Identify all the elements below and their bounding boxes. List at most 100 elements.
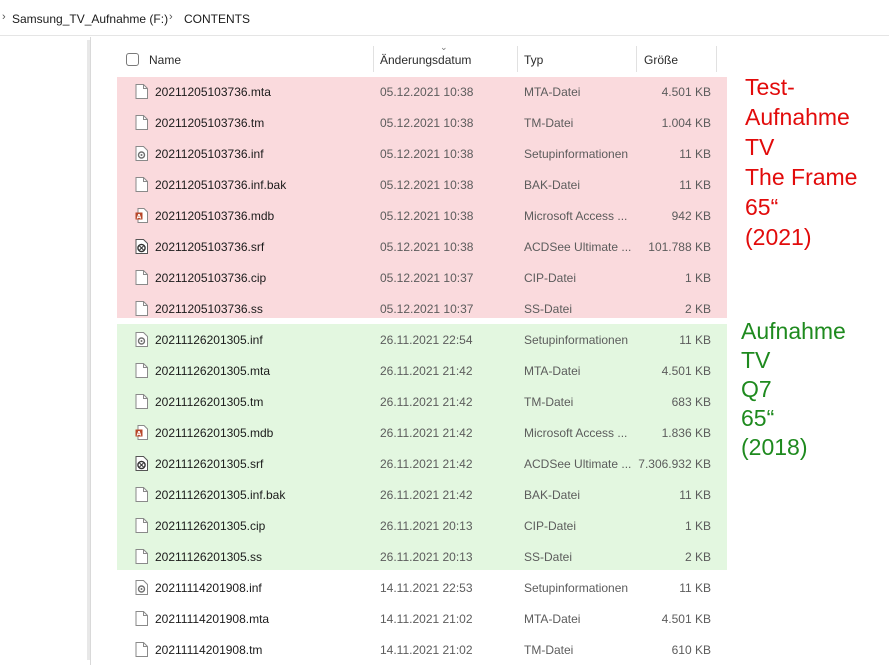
column-date[interactable]: Änderungsdatum [380,53,471,67]
file-type: Microsoft Access ... [524,426,628,440]
annotation-line: 65“ [741,405,775,431]
column-divider[interactable] [636,46,637,72]
file-name: 20211205103736.cip [155,271,267,285]
file-date: 05.12.2021 10:38 [380,147,474,161]
file-row[interactable]: A 20211126201305.mdb 26.11.2021 21:42 Micro… [103,417,733,448]
access-file-icon: A [135,425,148,440]
file-row[interactable]: 20211126201305.inf 26.11.2021 22:54 Setupi… [103,324,733,355]
column-divider[interactable] [517,46,518,72]
file-date: 05.12.2021 10:38 [380,240,474,254]
setup-file-icon [135,580,148,595]
column-header: Name ⌄ Änderungsdatum Typ Größe [103,42,889,74]
file-size: 11 KB [679,333,711,347]
file-date: 05.12.2021 10:38 [380,178,474,192]
file-name: 20211205103736.inf [155,147,264,161]
file-date: 26.11.2021 21:42 [380,364,473,378]
column-divider[interactable] [716,46,717,72]
breadcrumb-drive[interactable]: Samsung_TV_Aufnahme (F:) [12,12,168,26]
file-size: 4.501 KB [661,612,711,626]
column-size[interactable]: Größe [644,53,678,67]
file-date: 05.12.2021 10:38 [380,85,474,99]
chevron-right-icon[interactable]: › [169,11,173,23]
file-type: TM-Datei [524,116,574,130]
file-type: TM-Datei [524,643,574,657]
file-name: 20211126201305.inf.bak [155,488,286,502]
file-type: SS-Datei [524,302,573,316]
file-date: 26.11.2021 21:42 [380,488,473,502]
file-name: 20211205103736.inf.bak [155,178,287,192]
navigation-pane [0,37,91,665]
file-date: 14.11.2021 22:53 [380,581,473,595]
breadcrumb-folder[interactable]: CONTENTS [184,12,250,26]
file-date: 14.11.2021 21:02 [380,612,473,626]
file-size: 11 KB [679,147,711,161]
access-file-icon: A [135,208,148,223]
file-row[interactable]: 20211126201305.ss 26.11.2021 20:13 SS-Date… [103,541,733,572]
file-row[interactable]: 20211114201908.inf 14.11.2021 22:53 Setupi… [103,572,733,603]
file-name: 20211126201305.ss [155,550,262,564]
file-name: 20211205103736.ss [155,302,263,316]
column-name[interactable]: Name [149,53,181,67]
file-row[interactable]: A 20211205103736.mdb 05.12.2021 10:38 Micro… [103,200,733,231]
file-type: Setupinformationen [524,333,629,347]
file-name: 20211126201305.inf [155,333,263,347]
file-name: 20211205103736.srf [155,240,265,254]
chevron-right-icon[interactable]: › [2,11,6,23]
annotation-line: 65“ [745,194,779,220]
file-type: MTA-Datei [524,85,581,99]
select-all-checkbox[interactable] [126,53,139,66]
navigation-scrollbar[interactable] [87,40,90,660]
file-size: 1 KB [684,519,711,533]
file-row[interactable]: 20211126201305.tm 26.11.2021 21:42 TM-Date… [103,386,733,417]
file-icon [135,363,148,378]
acdsee-file-icon [135,456,148,471]
annotation-line: (2021) [745,224,812,250]
file-row[interactable]: 20211205103736.srf 05.12.2021 10:38 ACDSee… [103,231,733,262]
file-type: Setupinformationen [524,147,629,161]
annotation-line: (2018) [741,434,808,460]
file-row[interactable]: 20211126201305.inf.bak 26.11.2021 21:42 BA… [103,479,733,510]
file-date: 05.12.2021 10:37 [380,271,474,285]
annotation-line: TV [745,134,775,160]
file-row[interactable]: 20211205103736.ss 05.12.2021 10:37 SS-Date… [103,293,733,324]
file-row[interactable]: 20211205103736.tm 05.12.2021 10:38 TM-Date… [103,107,733,138]
file-type: BAK-Datei [524,488,581,502]
file-icon [135,270,148,285]
annotation-line: The Frame [745,164,858,190]
file-date: 26.11.2021 20:13 [380,519,473,533]
file-row[interactable]: 20211114201908.mta 14.11.2021 21:02 MTA-Da… [103,603,733,634]
file-size: 1.836 KB [661,426,711,440]
file-icon [135,394,148,409]
svg-text:A: A [137,214,142,221]
file-row[interactable]: 20211126201305.cip 26.11.2021 20:13 CIP-Da… [103,510,733,541]
file-type: Microsoft Access ... [524,209,628,223]
file-type: MTA-Datei [524,364,581,378]
file-size: 610 KB [671,643,711,657]
file-size: 11 KB [679,581,711,595]
file-row[interactable]: 20211114201908.tm 14.11.2021 21:02 TM-Date… [103,634,733,665]
file-row[interactable]: 20211205103736.mta 05.12.2021 10:38 MTA-Da… [103,76,733,107]
file-row[interactable]: 20211205103736.inf 05.12.2021 10:38 Setupi… [103,138,733,169]
annotation-green: Aufnahme TV Q7 65“ (2018) [741,317,846,462]
file-type: ACDSee Ultimate ... [524,457,632,471]
file-date: 14.11.2021 21:02 [380,643,473,657]
svg-text:A: A [137,431,142,438]
file-size: 11 KB [679,178,711,192]
file-type: CIP-Datei [524,519,577,533]
annotation-line: Q7 [741,376,772,402]
file-row[interactable]: 20211205103736.cip 05.12.2021 10:37 CIP-Da… [103,262,733,293]
file-row[interactable]: 20211126201305.srf 26.11.2021 21:42 ACDSee… [103,448,733,479]
file-row[interactable]: 20211126201305.mta 26.11.2021 21:42 MTA-Da… [103,355,733,386]
file-date: 26.11.2021 21:42 [380,426,473,440]
file-size: 4.501 KB [661,85,711,99]
annotation-line: Test- [745,74,795,100]
file-size: 11 KB [679,488,711,502]
sort-caret-icon: ⌄ [440,42,448,52]
file-size: 1 KB [684,271,711,285]
file-row[interactable]: 20211205103736.inf.bak 05.12.2021 10:38 BA… [103,169,733,200]
column-divider[interactable] [373,46,374,72]
file-name: 20211114201908.tm [155,643,263,657]
file-date: 26.11.2021 21:42 [380,457,473,471]
column-type[interactable]: Typ [524,53,543,67]
file-icon [135,84,148,99]
